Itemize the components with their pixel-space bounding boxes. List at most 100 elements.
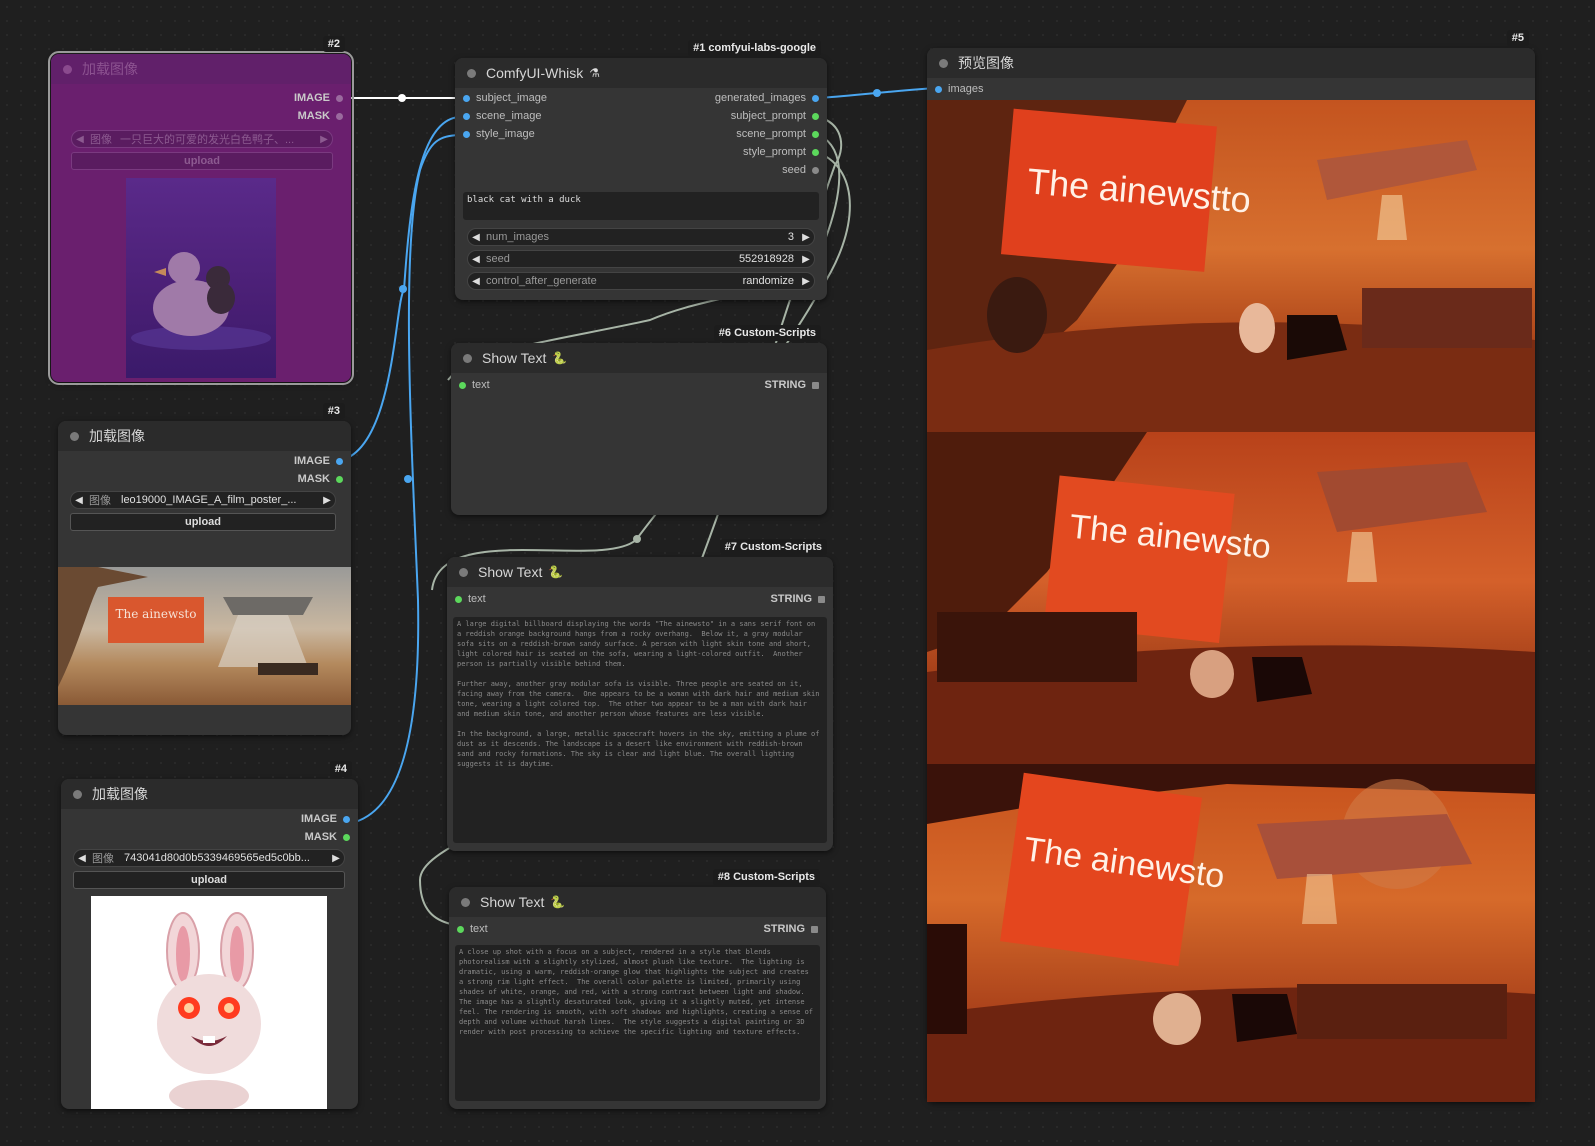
python-icon: 🐍 <box>548 565 564 579</box>
control-after-generate-widget[interactable]: ◀ control_after_generate randomize ▶ <box>467 272 815 290</box>
arrow-left-icon[interactable]: ◀ <box>468 232 484 243</box>
collapse-dot-icon[interactable] <box>70 431 79 441</box>
node-id-badge: #6 Custom-Scripts <box>713 325 821 341</box>
output-image[interactable]: IMAGE <box>301 811 350 827</box>
output-string[interactable]: STRING <box>764 377 819 393</box>
collapse-dot-icon[interactable] <box>73 789 82 799</box>
output-string[interactable]: STRING <box>770 591 825 607</box>
arrow-right-icon[interactable]: ▶ <box>319 495 335 506</box>
node-id-badge: #5 <box>1506 30 1529 46</box>
node-id-badge: #1 comfyui-labs-google <box>688 40 821 56</box>
preview-image-node-5[interactable]: #5 预览图像 images The ainewstto The ainewst… <box>927 30 1535 1102</box>
arrow-left-icon[interactable]: ◀ <box>468 254 484 265</box>
arrow-right-icon[interactable]: ▶ <box>798 254 814 265</box>
node-header[interactable]: 加载图像 <box>58 421 351 451</box>
collapse-dot-icon[interactable] <box>463 353 472 363</box>
output-generated-images[interactable]: generated_images <box>715 90 819 106</box>
node-title: 加载图像 <box>92 786 148 802</box>
load-image-node-3[interactable]: #3 加载图像 IMAGE MASK ◀ 图像 leo19000_IMAGE_A_f… <box>58 403 351 735</box>
arrow-right-icon[interactable]: ▶ <box>798 232 814 243</box>
collapse-dot-icon[interactable] <box>459 567 468 577</box>
preview-image-bunny <box>91 896 327 1109</box>
arrow-right-icon[interactable]: ▶ <box>316 134 332 145</box>
output-mask[interactable]: MASK <box>305 829 350 845</box>
output-subject-prompt[interactable]: subject_prompt <box>731 108 819 124</box>
collapse-dot-icon[interactable] <box>939 58 948 68</box>
link-reroute-dot-3 <box>404 475 412 483</box>
arrow-left-icon[interactable]: ◀ <box>71 495 87 506</box>
load-image-node-4[interactable]: #4 加载图像 IMAGE MASK ◀ 图像 743041d80d0b533946… <box>61 761 358 1109</box>
image-select[interactable]: ◀ 图像 一只巨大的可爱的发光白色鸭子、... ▶ <box>71 130 333 148</box>
generated-image-2[interactable]: The ainewsto <box>927 432 1535 764</box>
node-title: Show Text <box>478 564 543 580</box>
python-icon: 🐍 <box>552 351 568 365</box>
node-header[interactable]: 加载图像 <box>51 54 351 84</box>
mars-scene-3 <box>927 764 1535 1102</box>
seed-widget[interactable]: ◀ seed 552918928 ▶ <box>467 250 815 268</box>
num-images-widget[interactable]: ◀ num_images 3 ▶ <box>467 228 815 246</box>
arrow-right-icon[interactable]: ▶ <box>328 853 344 864</box>
generated-image-1[interactable]: The ainewstto <box>927 100 1535 432</box>
mars-scene-2 <box>927 432 1535 764</box>
link-reroute-dot-2 <box>399 285 407 293</box>
input-text[interactable]: text <box>459 377 490 393</box>
output-image[interactable]: IMAGE <box>294 90 343 106</box>
link-generated-images-preview <box>818 87 936 99</box>
arrow-left-icon[interactable]: ◀ <box>74 853 90 864</box>
flask-icon: ⚗ <box>589 66 600 80</box>
input-text[interactable]: text <box>457 921 488 937</box>
collapse-dot-icon[interactable] <box>461 897 470 907</box>
output-style-prompt[interactable]: style_prompt <box>743 144 819 160</box>
input-subject-image[interactable]: subject_image <box>463 90 547 106</box>
node-header[interactable]: ComfyUI-Whisk ⚗ <box>455 58 827 88</box>
show-text-node-7[interactable]: #7 Custom-Scripts Show Text 🐍 text STRING… <box>447 539 833 851</box>
output-mask[interactable]: MASK <box>298 471 343 487</box>
comfyui-whisk-node[interactable]: #1 comfyui-labs-google ComfyUI-Whisk ⚗ su… <box>455 40 827 300</box>
arrow-left-icon[interactable]: ◀ <box>72 134 88 145</box>
input-images[interactable]: images <box>935 81 983 97</box>
upload-button[interactable]: upload <box>70 513 336 531</box>
node-title: ComfyUI-Whisk <box>486 65 584 81</box>
node-title: 预览图像 <box>958 55 1014 71</box>
show-text-node-8[interactable]: #8 Custom-Scripts Show Text 🐍 text STRING… <box>449 869 826 1109</box>
node-id-badge: #7 Custom-Scripts <box>719 539 827 555</box>
upload-button[interactable]: upload <box>73 871 345 889</box>
collapse-dot-icon[interactable] <box>63 64 72 74</box>
mars-scene-1 <box>927 100 1535 432</box>
node-header[interactable]: Show Text 🐍 <box>449 887 826 917</box>
show-text-content <box>459 399 819 505</box>
output-string[interactable]: STRING <box>763 921 818 937</box>
desert-scene <box>58 567 318 687</box>
image-select[interactable]: ◀ 图像 743041d80d0b5339469565ed5c0bb... ▶ <box>73 849 345 867</box>
python-icon: 🐍 <box>550 895 566 909</box>
node-header[interactable]: 预览图像 <box>927 48 1535 78</box>
link-reroute-dot-5 <box>633 535 641 543</box>
link-n4-image-style <box>350 134 460 824</box>
collapse-dot-icon[interactable] <box>467 68 476 78</box>
load-image-node-2[interactable]: #2 加载图像 IMAGE MASK ◀ 图像 一只巨大的可爱的发光白色鸭子、...… <box>48 36 354 385</box>
arrow-right-icon[interactable]: ▶ <box>798 276 814 287</box>
preview-image-duck <box>126 178 276 378</box>
output-image[interactable]: IMAGE <box>294 453 343 469</box>
image-select[interactable]: ◀ 图像 leo19000_IMAGE_A_film_poster_... ▶ <box>70 491 336 509</box>
node-title: Show Text <box>482 350 547 366</box>
input-text[interactable]: text <box>455 591 486 607</box>
arrow-left-icon[interactable]: ◀ <box>468 276 484 287</box>
show-text-content: A large digital billboard displaying the… <box>453 617 827 843</box>
output-mask[interactable]: MASK <box>298 108 343 124</box>
generated-image-3[interactable]: The ainewsto <box>927 764 1535 1102</box>
input-scene-image[interactable]: scene_image <box>463 108 541 124</box>
duck-illustration <box>131 252 271 350</box>
input-style-image[interactable]: style_image <box>463 126 535 142</box>
node-header[interactable]: 加载图像 <box>61 779 358 809</box>
prompt-textarea[interactable]: black cat with a duck <box>463 192 819 220</box>
show-text-node-6[interactable]: #6 Custom-Scripts Show Text 🐍 text STRING <box>451 325 827 515</box>
output-seed[interactable]: seed <box>782 162 819 178</box>
output-scene-prompt[interactable]: scene_prompt <box>736 126 819 142</box>
node-header[interactable]: Show Text 🐍 <box>451 343 827 373</box>
node-id-badge: #2 <box>322 36 345 52</box>
upload-button[interactable]: upload <box>71 152 333 170</box>
node-id-badge: #4 <box>329 761 352 777</box>
node-title: 加载图像 <box>82 61 138 77</box>
node-header[interactable]: Show Text 🐍 <box>447 557 833 587</box>
